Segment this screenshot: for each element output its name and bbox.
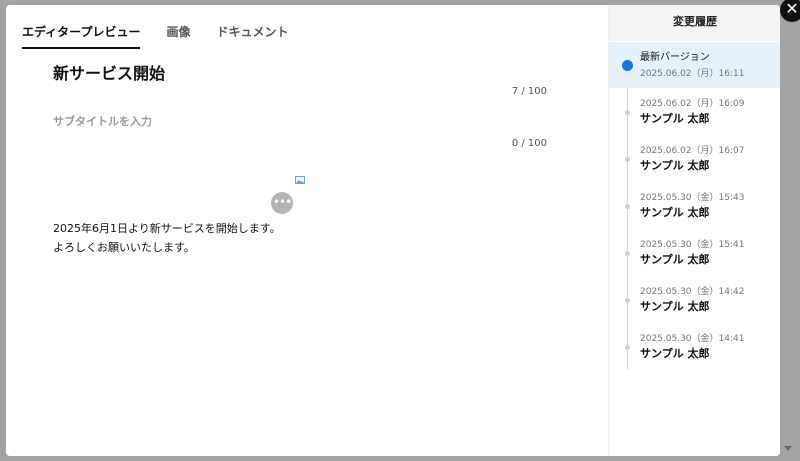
tab-documents[interactable]: ドキュメント: [216, 19, 288, 49]
history-item-author: サンプル 太郎: [640, 206, 710, 219]
tab-bar: エディタープレビュー 画像 ドキュメント: [22, 19, 314, 49]
history-item-date: 2025.05.30（金）15:43: [640, 193, 745, 203]
history-panel: 変更履歴 最新バージョン 2025.06.02（月）16:11 2025.06.…: [608, 5, 780, 456]
subtitle-input[interactable]: [53, 115, 353, 128]
more-options-button[interactable]: •••: [271, 192, 293, 214]
history-item-date: 2025.05.30（金）15:41: [640, 240, 745, 250]
tab-editor-preview[interactable]: エディタープレビュー: [22, 19, 141, 49]
timeline-dot-current: [622, 60, 633, 71]
body-line: よろしくお願いいたします。: [53, 241, 195, 254]
close-icon: ✕: [785, 0, 799, 18]
history-item[interactable]: 2025.05.30（金）15:41 サンプル 太郎: [609, 232, 780, 278]
history-item-author: サンプル 太郎: [640, 300, 710, 313]
title-char-counter: 7 / 100: [511, 86, 547, 97]
history-item-date: 2025.05.30（金）14:42: [640, 287, 745, 297]
history-item-author: サンプル 太郎: [640, 253, 710, 266]
history-item-current[interactable]: 最新バージョン 2025.06.02（月）16:11: [609, 42, 780, 88]
image-icon: [295, 176, 305, 184]
body-line: 2025年6月1日より新サービスを開始します。: [53, 222, 281, 235]
close-button[interactable]: ✕: [780, 0, 800, 22]
history-item[interactable]: 2025.06.02（月）16:07 サンプル 太郎: [609, 138, 780, 184]
body-text[interactable]: 2025年6月1日より新サービスを開始します。 よろしくお願いいたします。: [53, 219, 281, 257]
timeline-dot: [625, 345, 630, 350]
timeline-dot: [625, 157, 630, 162]
tab-images[interactable]: 画像: [166, 19, 190, 49]
version-history-modal: エディタープレビュー 画像 ドキュメント 新サービス開始 7 / 100 0 /…: [6, 5, 780, 456]
history-item-date: 2025.06.02（月）16:07: [640, 146, 745, 156]
timeline-dot: [625, 110, 630, 115]
history-item-author: サンプル 太郎: [640, 159, 710, 172]
history-item[interactable]: 2025.05.30（金）15:43 サンプル 太郎: [609, 185, 780, 231]
history-item-date: 2025.05.30（金）14:41: [640, 334, 745, 344]
timeline-dot: [625, 204, 630, 209]
history-item[interactable]: 2025.06.02（月）16:09 サンプル 太郎: [609, 91, 780, 137]
history-item[interactable]: 2025.05.30（金）14:42 サンプル 太郎: [609, 279, 780, 325]
scroll-down-icon[interactable]: [784, 446, 792, 451]
subtitle-char-counter: 0 / 100: [511, 138, 547, 149]
history-item-author: サンプル 太郎: [640, 347, 710, 360]
timeline-dot: [625, 298, 630, 303]
page-title[interactable]: 新サービス開始: [53, 60, 165, 84]
history-panel-title: 変更履歴: [609, 5, 780, 41]
timeline-dot: [625, 251, 630, 256]
history-item[interactable]: 2025.05.30（金）14:41 サンプル 太郎: [609, 326, 780, 372]
history-item-author: サンプル 太郎: [640, 112, 710, 125]
history-item-date: 2025.06.02（月）16:11: [640, 69, 745, 79]
history-item-label: 最新バージョン: [640, 52, 710, 63]
history-item-date: 2025.06.02（月）16:09: [640, 99, 745, 109]
